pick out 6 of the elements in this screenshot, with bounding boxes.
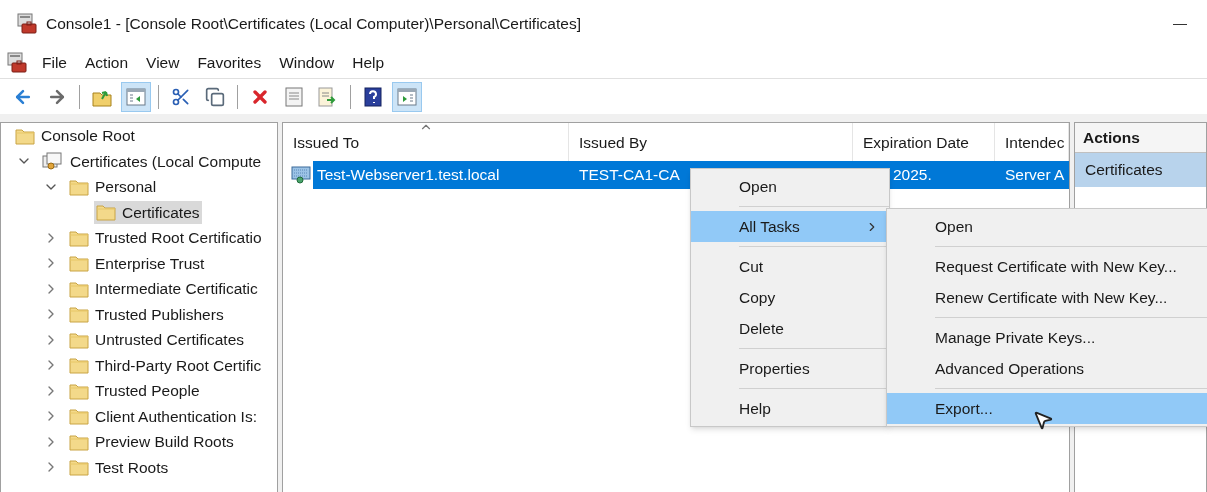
- actions-title: Actions: [1075, 123, 1206, 153]
- table-cell-text: TEST-CA1-CA: [578, 165, 681, 186]
- window-title: Console1 - [Console Root\Certificates (Local Computer)\Personal\Certificates]: [46, 14, 581, 35]
- table-cell-text: Server A: [1004, 165, 1066, 186]
- table-cell-text: 2025.: [892, 165, 933, 186]
- table-cell-text: Test-Webserver1.test.local: [316, 165, 501, 186]
